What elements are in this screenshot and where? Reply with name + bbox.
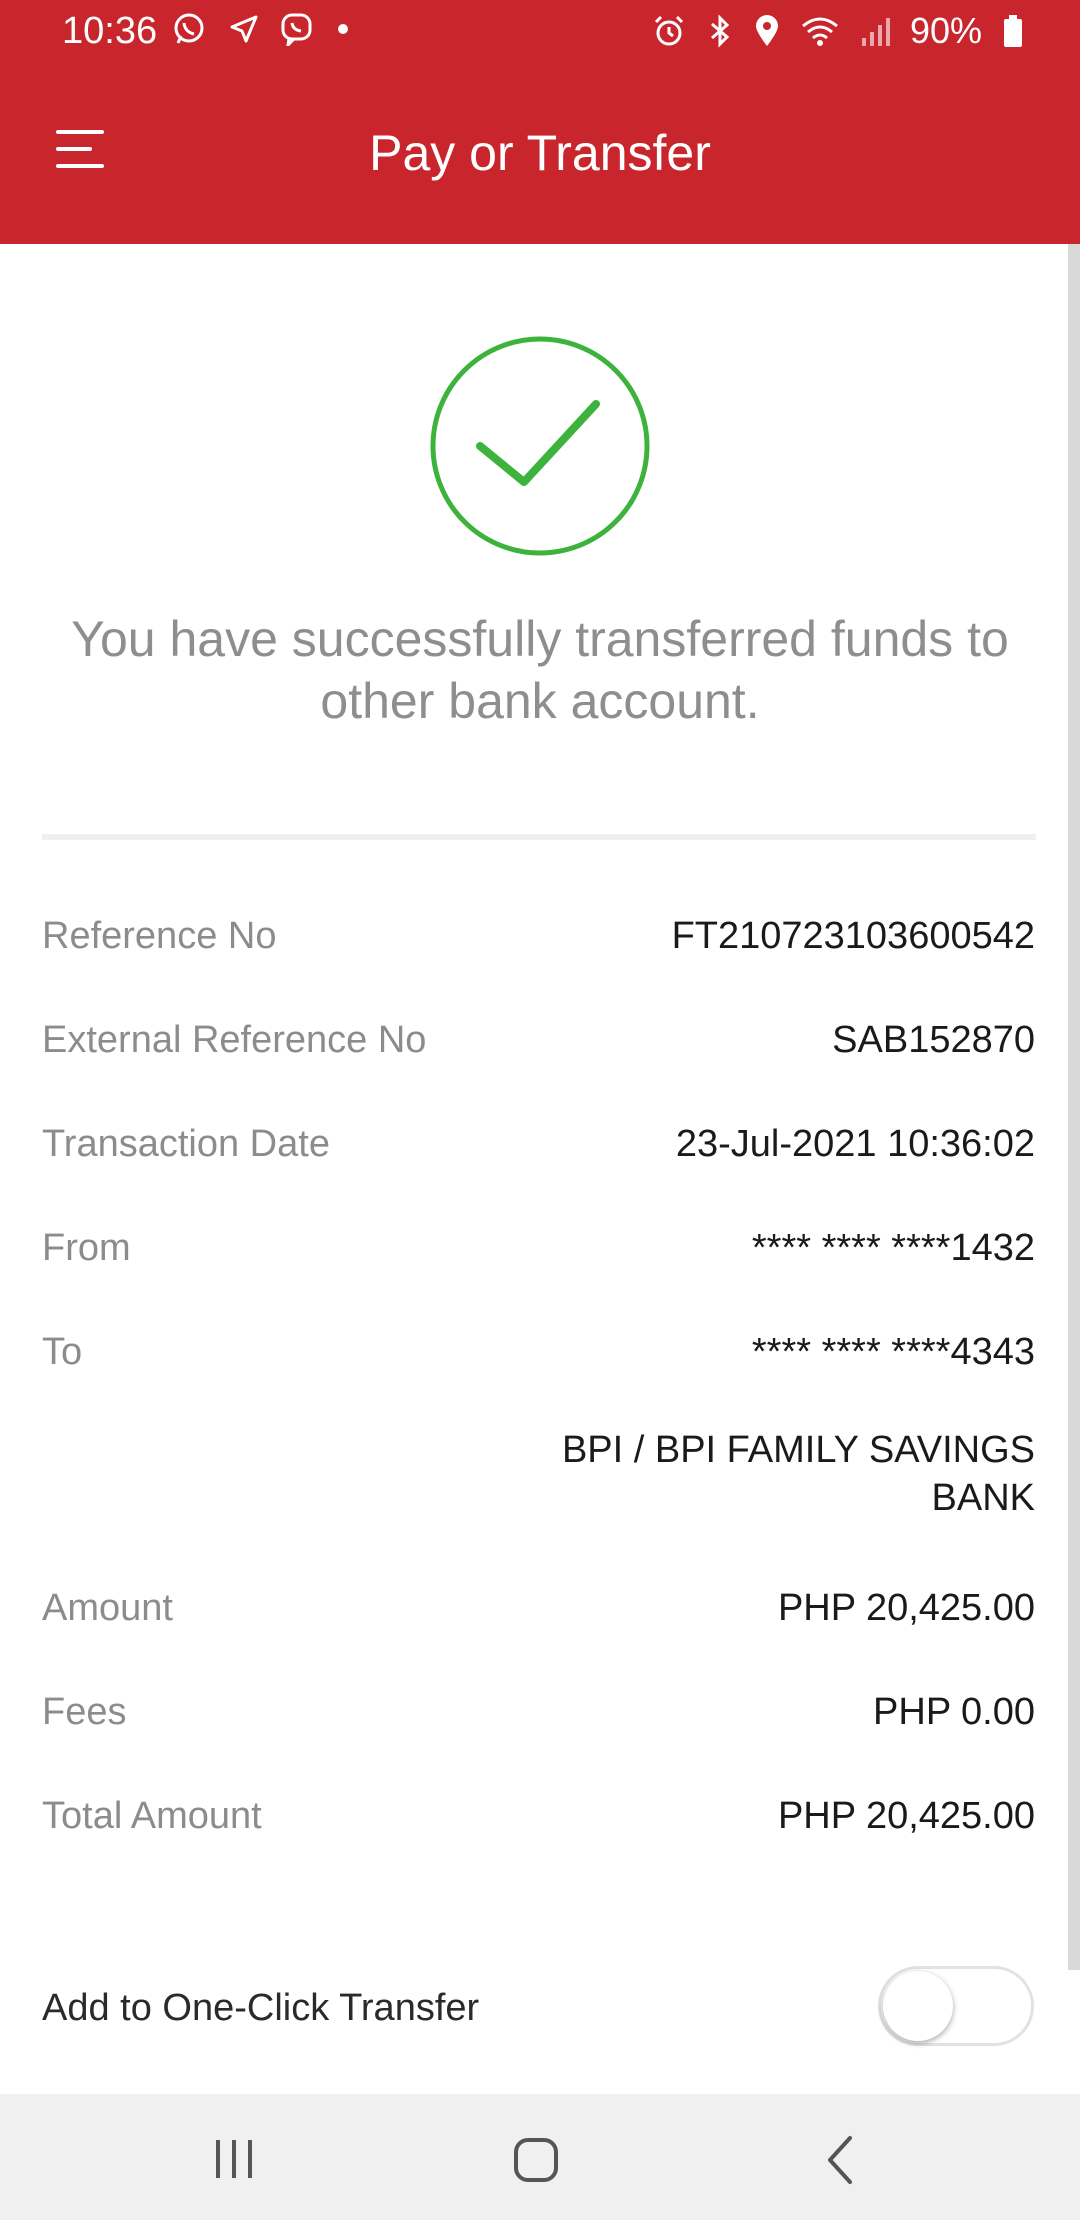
detail-value: PHP 0.00 (873, 1691, 1035, 1733)
alarm-icon (652, 14, 686, 48)
status-right: 90% (652, 10, 1024, 52)
bluetooth-icon (706, 14, 734, 48)
detail-label: From (42, 1227, 131, 1269)
detail-row-amount: Amount PHP 20,425.00 (42, 1578, 1035, 1638)
detail-row-reference: Reference No FT210723103600542 (42, 906, 1035, 966)
app-bar: Pay or Transfer (0, 66, 1080, 244)
detail-value: 23-Jul-2021 10:36:02 (675, 1123, 1035, 1165)
detail-row-external-reference: External Reference No SAB152870 (42, 1010, 1035, 1070)
detail-label: Reference No (42, 915, 277, 957)
detail-row-transaction-date: Transaction Date 23-Jul-2021 10:36:02 (42, 1114, 1035, 1174)
one-click-toggle[interactable] (878, 1966, 1034, 2046)
status-left-icons (172, 12, 350, 46)
detail-label: Fees (42, 1691, 127, 1733)
check-circle-icon (428, 334, 652, 558)
scrollbar[interactable] (1068, 244, 1080, 1970)
dot-icon (336, 22, 350, 36)
battery-percent: 90% (909, 10, 982, 51)
toggle-knob (883, 1971, 953, 2041)
detail-label: Transaction Date (42, 1123, 330, 1165)
detail-row-from: From **** **** ****1432 (42, 1218, 1035, 1278)
success-message: You have successfully transferred funds … (71, 611, 1009, 729)
viber-icon (280, 12, 314, 46)
detail-value: FT210723103600542 (671, 915, 1035, 957)
navigation-bar (0, 2094, 1080, 2220)
battery-icon (1002, 14, 1024, 48)
detail-row-fees: Fees PHP 0.00 (42, 1682, 1035, 1742)
detail-value: PHP 20,425.00 (777, 1587, 1035, 1629)
status-bar: 10:36 90% (0, 0, 1080, 66)
wifi-icon (800, 14, 840, 48)
to-bank-name: BPI / BPI FAMILY SAVINGS BANK (561, 1429, 1035, 1519)
one-click-label: Add to One-Click Transfer (42, 1987, 480, 2029)
location-icon (754, 14, 780, 48)
detail-value: PHP 20,425.00 (777, 1795, 1035, 1837)
whatsapp-icon (172, 12, 206, 46)
back-icon[interactable] (810, 2130, 870, 2190)
detail-label: To (42, 1331, 83, 1373)
detail-row-total-amount: Total Amount PHP 20,425.00 (42, 1786, 1035, 1846)
detail-row-to: To **** **** ****4343 (42, 1322, 1035, 1382)
home-icon[interactable] (506, 2130, 566, 2190)
telegram-icon (228, 13, 258, 45)
detail-label: Amount (42, 1587, 173, 1629)
detail-value: **** **** ****4343 (751, 1331, 1035, 1373)
detail-value: SAB152870 (832, 1019, 1035, 1061)
divider (42, 834, 1036, 840)
detail-label: External Reference No (42, 1019, 427, 1061)
detail-label: Total Amount (42, 1795, 262, 1837)
signal-icon (860, 14, 890, 48)
recent-apps-icon[interactable] (204, 2130, 264, 2190)
detail-value: **** **** ****1432 (751, 1227, 1035, 1269)
status-time: 10:36 (62, 10, 158, 52)
page-title: Pay or Transfer (369, 125, 711, 181)
